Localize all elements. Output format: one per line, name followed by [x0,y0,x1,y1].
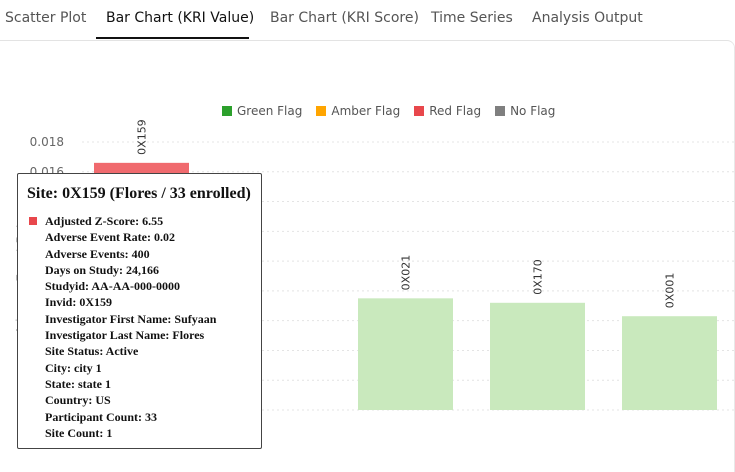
tooltip-row-text: Invid: 0X159 [45,295,113,310]
legend-label: Red Flag [429,104,482,118]
tooltip-row: Investigator First Name: Sufyaan [27,311,261,327]
tooltip-row: Adjusted Z-Score: 6.55 [27,213,261,229]
site-tooltip: Site: 0X159 (Flores / 33 enrolled) Adjus… [17,173,262,449]
tooltip-row: Adverse Events: 400 [27,246,261,262]
tooltip-row: Participant Count: 33 [27,409,261,425]
tooltip-row-text: Participant Count: 33 [45,409,157,424]
legend-swatch-icon [495,106,506,116]
bar-value-label: 0X021 [400,255,413,291]
legend-label: No Flag [510,104,556,118]
tooltip-row: City: city 1 [27,360,261,376]
tooltip-row: Country: US [27,392,261,408]
tooltip-row-text: Days on Study: 24,166 [45,262,160,277]
bar-0x001[interactable] [622,316,717,410]
legend-item-green-flag[interactable]: Green Flag [222,104,302,118]
tooltip-row-text: Country: US [45,393,111,408]
tooltip-row: Site Status: Active [27,343,261,359]
tooltip-row-text: Adverse Event Rate: 0.02 [45,230,175,245]
bar-0x021[interactable] [358,298,453,410]
tooltip-row-text: Investigator Last Name: Flores [45,328,205,343]
tooltip-row-text: Investigator First Name: Sufyaan [45,311,217,326]
legend-swatch-icon [222,106,232,116]
bar-0x170[interactable] [490,302,585,410]
y-tick-label: 0.018 [30,135,64,149]
bar-value-label: 0X170 [532,259,545,295]
flag-marker-icon [29,217,37,225]
tooltip-row: Site Count: 1 [27,425,261,441]
bar-value-label: 0X159 [136,119,149,155]
legend-item-red-flag[interactable]: Red Flag [414,104,481,118]
tooltip-title: Site: 0X159 (Flores / 33 enrolled) [27,185,251,202]
bar-value-label: 0X001 [664,273,677,309]
tooltip-row: State: state 1 [27,376,261,392]
tooltip-rows: Adjusted Z-Score: 6.55 Adverse Event Rate… [27,213,261,441]
tooltip-row: Studyid: AA-AA-000-0000 [27,278,261,294]
tooltip-row: Days on Study: 24,166 [27,262,261,278]
tooltip-row-text: Site Status: Active [45,344,139,359]
tooltip-row-text: Site Count: 1 [45,425,113,440]
legend-item-no-flag[interactable]: No Flag [495,104,555,118]
tooltip-row-text: State: state 1 [45,376,111,391]
tooltip-row-text: Studyid: AA-AA-000-0000 [45,279,181,294]
tooltip-row-text: City: city 1 [45,360,102,375]
legend-item-amber-flag[interactable]: Amber Flag [316,104,400,118]
chart-legend: Green Flag Amber Flag Red Flag No Flag [222,104,555,118]
legend-swatch-icon [414,106,425,116]
tooltip-row: Invid: 0X159 [27,294,261,310]
tooltip-row-text: Adverse Events: 400 [45,246,150,261]
tooltip-row-text: Adjusted Z-Score: 6.55 [45,214,164,228]
legend-swatch-icon [316,106,327,116]
tooltip-row: Adverse Event Rate: 0.02 [27,229,261,245]
legend-label: Amber Flag [331,104,401,118]
tooltip-row: Investigator Last Name: Flores [27,327,261,343]
legend-label: Green Flag [237,104,303,118]
